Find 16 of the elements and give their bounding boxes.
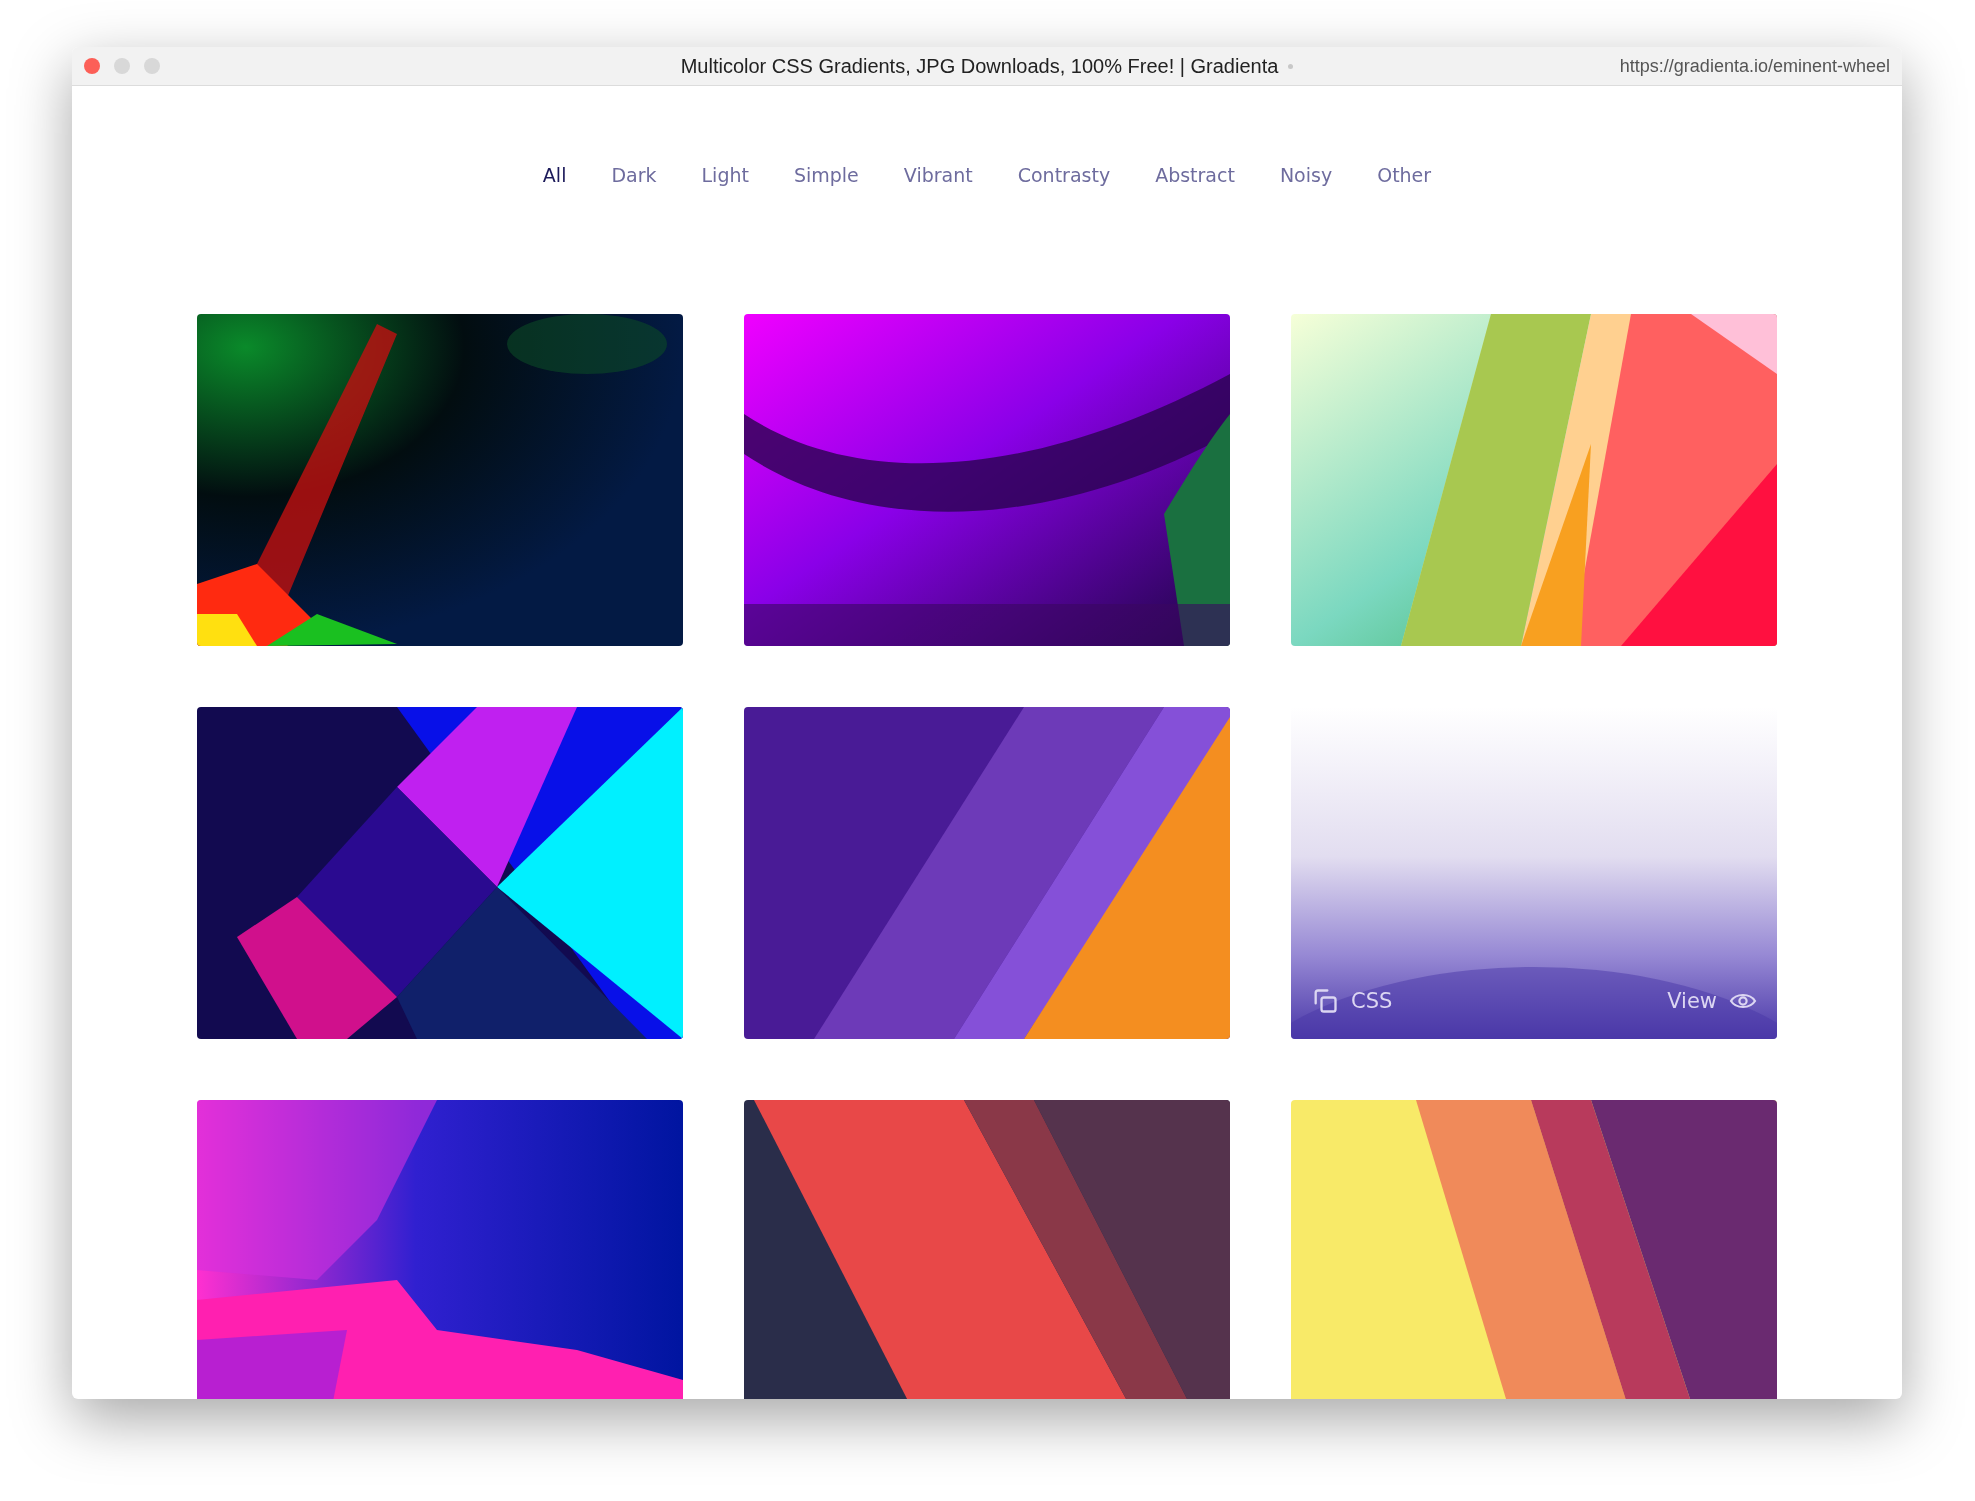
- category-tab[interactable]: Light: [701, 164, 749, 186]
- window-title: Multicolor CSS Gradients, JPG Downloads, 100% Free! | Gradienta: [680, 54, 1279, 78]
- copy-css-button[interactable]: CSS: [1311, 987, 1393, 1015]
- category-tab[interactable]: Abstract: [1155, 164, 1235, 186]
- close-icon[interactable]: [84, 58, 100, 74]
- category-tab[interactable]: Noisy: [1279, 164, 1333, 186]
- eye-icon: [1729, 991, 1757, 1011]
- category-tab[interactable]: Contrasty: [1017, 164, 1111, 186]
- category-tab[interactable]: Dark: [611, 164, 657, 186]
- category-tab[interactable]: Vibrant: [903, 164, 973, 186]
- page-url: https://gradienta.io/eminent-wheel: [1619, 55, 1890, 77]
- dot-icon: [1288, 63, 1294, 69]
- view-button[interactable]: View: [1667, 987, 1757, 1015]
- category-tab[interactable]: Other: [1377, 164, 1432, 186]
- category-tab[interactable]: Simple: [793, 164, 859, 186]
- category-tab[interactable]: All: [542, 164, 567, 186]
